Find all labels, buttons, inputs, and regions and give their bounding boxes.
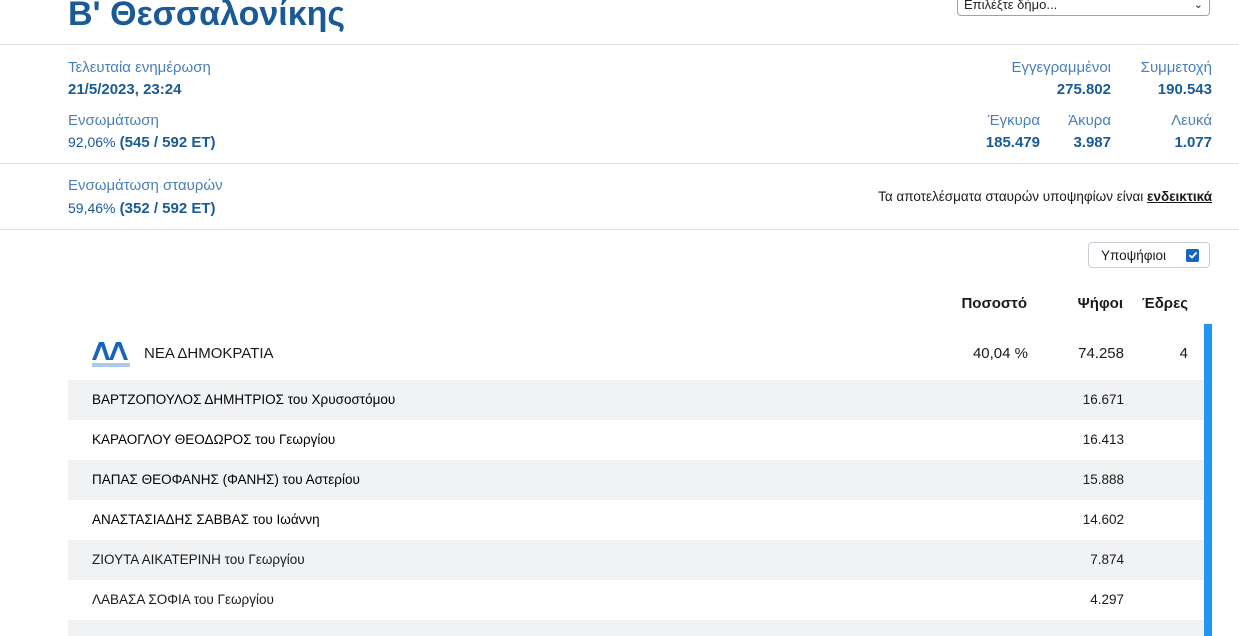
cross-integration-value: 59,46% (352 / 592 ΕΤ) (68, 200, 216, 217)
candidate-name: ΖΙΟΥΤΑ ΑΙΚΑΤΕΡΙΝΗ του Γεωργίου (92, 552, 305, 567)
last-update-label: Τελευταία ενημέρωση (68, 59, 211, 76)
cross-integration-detail: (352 / 592 ΕΤ) (119, 200, 216, 217)
integration-label: Ενσωμάτωση (68, 112, 159, 129)
candidate-votes: 14.602 (1082, 512, 1124, 527)
candidates-toggle-label: Υποψήφιοι (1101, 247, 1167, 263)
municipality-select-placeholder: Επιλέξτε δήμο... (964, 0, 1058, 12)
blank-label: Λευκά (1171, 112, 1212, 129)
candidate-row: ΠΑΠΑΣ ΘΕΟΦΑΝΗΣ (ΦΑΝΗΣ) του Αστερίου 15.8… (68, 460, 1204, 500)
candidate-name: ΒΑΡΤΖΟΠΟΥΛΟΣ ΔΗΜΗΤΡΙΟΣ του Χρυσοστόμου (92, 392, 396, 407)
candidate-votes: 15.888 (1082, 472, 1124, 487)
indicative-link[interactable]: ενδεικτικά (1147, 189, 1212, 204)
registered-value: 275.802 (1056, 81, 1111, 98)
party-seats: 4 (1179, 345, 1188, 362)
integration-value: 92,06% (545 / 592 ΕΤ) (68, 134, 216, 151)
cross-integration-label: Ενσωμάτωση σταυρών (68, 177, 223, 194)
party-row[interactable]: ΝΕΑ ΔΗΜΟΚΡΑΤΙΑ 40,04 % 74.258 4 (68, 326, 1204, 380)
party-votes: 74.258 (1078, 345, 1124, 362)
municipality-select[interactable]: Επιλέξτε δήμο... ⌄ (957, 0, 1210, 16)
candidate-votes: 7.874 (1090, 552, 1124, 567)
candidate-row: ΛΑΒΑΣΑ ΣΟΦΙΑ του Γεωργίου 4.297 (68, 580, 1204, 620)
candidate-votes: 4.297 (1090, 592, 1124, 607)
integration-pct: 92,06% (68, 134, 116, 150)
party-logo (92, 342, 130, 367)
candidate-row: ΒΑΡΤΖΟΠΟΥΛΟΣ ΔΗΜΗΤΡΙΟΣ του Χρυσοστόμου 1… (68, 380, 1204, 420)
valid-label: Έγκυρα (987, 112, 1040, 129)
candidate-row: ΚΑΡΑΟΓΛΟΥ ΘΕΟΔΩΡΟΣ του Γεωργίου 16.413 (68, 420, 1204, 460)
candidates-toggle[interactable]: Υποψήφιοι (1088, 242, 1210, 268)
invalid-value: 3.987 (1073, 134, 1111, 151)
turnout-label: Συμμετοχή (1140, 59, 1212, 76)
valid-value: 185.479 (985, 134, 1040, 151)
page-title: Β' Θεσσαλονίκης (68, 0, 346, 33)
percentage-header: Ποσοστό (961, 295, 1027, 312)
divider (0, 163, 1239, 164)
candidate-row (68, 620, 1204, 636)
votes-header: Ψήφοι (1077, 295, 1123, 312)
cross-integration-pct: 59,46% (68, 200, 116, 216)
chevron-down-icon: ⌄ (1193, 0, 1203, 11)
candidate-name: ΠΑΠΑΣ ΘΕΟΦΑΝΗΣ (ΦΑΝΗΣ) του Αστερίου (92, 472, 360, 487)
candidate-name: ΚΑΡΑΟΓΛΟΥ ΘΕΟΔΩΡΟΣ του Γεωργίου (92, 432, 336, 447)
integration-detail: (545 / 592 ΕΤ) (119, 134, 216, 151)
candidate-row: ΖΙΟΥΤΑ ΑΙΚΑΤΕΡΙΝΗ του Γεωργίου 7.874 (68, 540, 1204, 580)
candidate-name: ΛΑΒΑΣΑ ΣΟΦΙΑ του Γεωργίου (92, 592, 274, 607)
indicative-notice-text: Τα αποτελέσματα σταυρών υποψηφίων είναι (878, 189, 1148, 204)
candidate-name: ΑΝΑΣΤΑΣΙΑΔΗΣ ΣΑΒΒΑΣ του Ιωάννη (92, 512, 320, 527)
blank-value: 1.077 (1174, 134, 1212, 151)
party-name: ΝΕΑ ΔΗΜΟΚΡΑΤΙΑ (144, 345, 274, 362)
last-update-value: 21/5/2023, 23:24 (68, 81, 182, 98)
party-color-bar (1204, 324, 1212, 636)
divider (0, 44, 1239, 45)
divider (0, 229, 1239, 230)
candidate-votes: 16.671 (1082, 392, 1124, 407)
candidate-votes: 16.413 (1082, 432, 1124, 447)
invalid-label: Άκυρα (1068, 112, 1111, 129)
checkbox-checked-icon[interactable] (1186, 248, 1199, 262)
seats-header: Έδρες (1141, 295, 1188, 312)
party-percentage: 40,04 % (972, 345, 1028, 362)
indicative-notice: Τα αποτελέσματα σταυρών υποψηφίων είναι … (878, 189, 1212, 204)
registered-label: Εγγεγραμμένοι (1011, 59, 1111, 76)
turnout-value: 190.543 (1157, 81, 1212, 98)
candidate-row: ΑΝΑΣΤΑΣΙΑΔΗΣ ΣΑΒΒΑΣ του Ιωάννη 14.602 (68, 500, 1204, 540)
